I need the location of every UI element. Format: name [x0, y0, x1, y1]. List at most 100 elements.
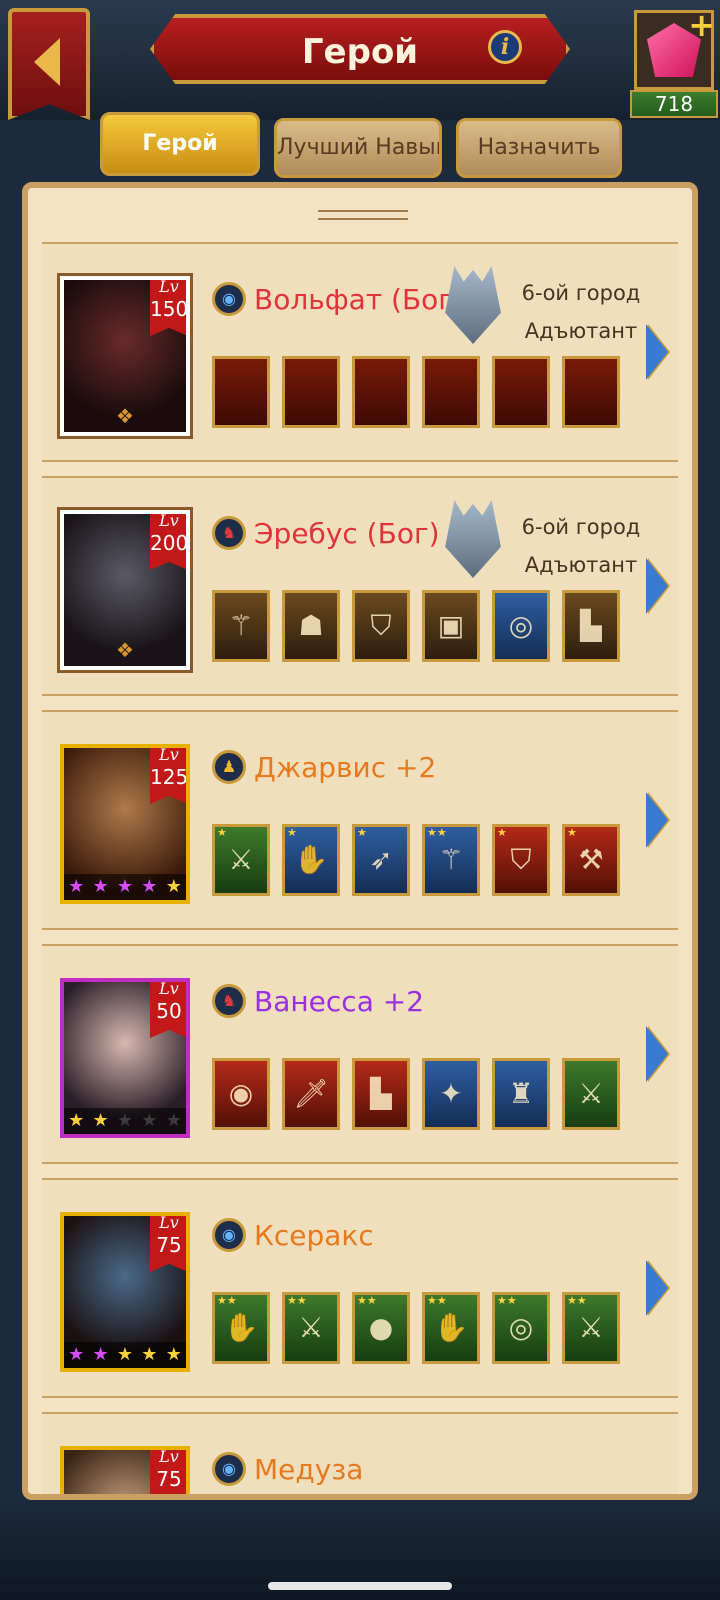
hero-portrait[interactable]: ❖ Lv 200 [57, 507, 193, 673]
equipment-slot-empty[interactable] [212, 356, 270, 428]
axe-equipment-icon[interactable]: ★ ⚒ [562, 824, 620, 896]
hero-portrait[interactable]: Lv 75 ★ ★ ★ ★ ★ [60, 1212, 190, 1372]
chest-armor-equipment-icon[interactable]: ★ ⛉ [492, 824, 550, 896]
star-icon: ★ [141, 1344, 158, 1365]
star-icon: ★ [92, 876, 109, 897]
hero-portrait[interactable]: ❖ Lv 150 [57, 273, 193, 439]
city-label: 6-ой город [521, 281, 641, 305]
hero-card[interactable]: Lv 75 ★ ★ ★ ★ ★ ◉ Ксеракс ★★ ✋ ★★ ⚔ ★★ ● ★★… [42, 1178, 678, 1398]
gauntlet-equipment-icon[interactable]: ★★ ✋ [422, 1292, 480, 1364]
gauntlet-equipment-icon[interactable]: ★★ ✋ [212, 1292, 270, 1364]
star-icon: ★ [165, 876, 182, 897]
amulet-equipment-icon[interactable]: ★★ ◎ [492, 1292, 550, 1364]
star-icon: ★ [141, 876, 158, 897]
tab-best-skill[interactable]: Лучший Навык [274, 118, 442, 178]
scepter-equipment-icon[interactable]: ★★ ⚚ [422, 824, 480, 896]
orb-equipment-icon[interactable]: ★★ ● [352, 1292, 410, 1364]
gem-shop-button[interactable]: + [634, 6, 715, 90]
bow-equipment-icon[interactable]: ★ ➶ [352, 824, 410, 896]
water-class-icon: ◉ [212, 1452, 246, 1486]
hero-card[interactable]: Lv 125 ★ ★ ★ ★ ★ ♟ Джарвис +2 ★ ⚔ ★ ✋ ★ ➶ ★… [42, 710, 678, 930]
armor-equipment-icon[interactable]: ⛉ [352, 590, 410, 662]
chevron-right-icon[interactable] [646, 792, 668, 848]
hero-card[interactable]: Lv 50 ★ ★ ★ ★ ★ ♞ Ванесса +2 ◉ 🗡 ▙ ✦ ♜ ⚔ [42, 944, 678, 1164]
hero-portrait[interactable]: Lv 50 ★ ★ ★ ★ ★ [60, 978, 190, 1138]
star-icon: ★ [92, 1344, 109, 1365]
equipment-slot-empty[interactable] [492, 356, 550, 428]
hero-name: Вольфат (Бог) [254, 283, 464, 316]
level-badge: Lv 50 [150, 982, 186, 1038]
horse-class-icon: ♞ [212, 516, 246, 550]
god-emblem-icon: ❖ [116, 404, 134, 428]
equipment-slot-empty[interactable] [282, 356, 340, 428]
equipment-row: ◉ 🗡 ▙ ✦ ♜ ⚔ [212, 1058, 632, 1132]
plus-icon: + [688, 6, 715, 44]
star-icon: ★ [68, 1344, 85, 1365]
assignment-info: 6-ой город Адъютант [516, 274, 646, 350]
hero-name: Ванесса +2 [254, 985, 425, 1018]
assignment-info: 6-ой город Адъютант [516, 508, 646, 584]
dagger-equipment-icon[interactable]: 🗡 [282, 1058, 340, 1130]
sword-equipment-icon[interactable]: ⚔ [562, 1058, 620, 1130]
home-indicator[interactable] [268, 1582, 452, 1590]
water-class-icon: ◉ [212, 1218, 246, 1252]
star-rating: ★ ★ ★ ★ ★ [64, 1342, 186, 1368]
star-icon: ★ [68, 876, 85, 897]
equipment-slot-empty[interactable] [352, 356, 410, 428]
god-emblem-icon: ❖ [116, 638, 134, 662]
tab-hero[interactable]: Герой [100, 112, 260, 176]
star-rating: ★ ★ ★ ★ ★ [64, 874, 186, 900]
chevron-right-icon[interactable] [646, 558, 668, 614]
horse-class-icon: ♞ [212, 984, 246, 1018]
castle-icon [445, 500, 501, 578]
chevron-right-icon[interactable] [646, 1026, 668, 1082]
helmet-equipment-icon[interactable]: ☗ [282, 590, 340, 662]
lantern-equipment-icon[interactable]: ♜ [492, 1058, 550, 1130]
level-badge: Lv 150 [150, 280, 186, 336]
archer-class-icon: ♟ [212, 750, 246, 784]
sword-equipment-icon[interactable]: ★★ ⚔ [562, 1292, 620, 1364]
role-label: Адъютант [524, 553, 638, 577]
hero-card[interactable]: ❖ Lv 200 ♞ Эребус (Бог) 6-ой город Адъют… [42, 476, 678, 696]
back-arrow-icon [34, 38, 60, 86]
hero-portrait[interactable]: Lv 125 ★ ★ ★ ★ ★ [60, 744, 190, 904]
city-label: 6-ой город [521, 515, 641, 539]
hero-name: Эребус (Бог) [254, 517, 440, 550]
tab-assign[interactable]: Назначить [456, 118, 622, 178]
star-icon: ★ [141, 1110, 158, 1131]
star-icon: ★ [92, 1110, 109, 1131]
staff-equipment-icon[interactable]: ⚚ [212, 590, 270, 662]
hero-card[interactable]: ❖ Lv 150 ◉ Вольфат (Бог) 6-ой город Адъю… [42, 242, 678, 462]
equipment-slot-empty[interactable] [562, 356, 620, 428]
hero-portrait[interactable]: Lv 75 [60, 1446, 190, 1494]
sword-equipment-icon[interactable]: ★★ ⚔ [282, 1292, 340, 1364]
star-icon: ★ [165, 1344, 182, 1365]
hero-card[interactable]: Lv 75 ◉ Медуза [42, 1412, 678, 1494]
chevron-right-icon[interactable] [646, 324, 668, 380]
ring-equipment-icon[interactable]: ◎ [492, 590, 550, 662]
gauntlet-equipment-icon[interactable]: ★ ✋ [282, 824, 340, 896]
role-label: Адъютант [524, 319, 638, 343]
info-icon[interactable]: i [488, 30, 522, 64]
ornament-divider [318, 210, 408, 220]
hero-list-panel[interactable]: ❖ Lv 150 ◉ Вольфат (Бог) 6-ой город Адъю… [22, 182, 698, 1500]
hero-name: Джарвис +2 [254, 751, 437, 784]
boots-equipment-icon[interactable]: ▙ [562, 590, 620, 662]
level-badge: Lv 125 [150, 748, 186, 804]
level-badge: Lv 75 [150, 1450, 186, 1494]
boots-equipment-icon[interactable]: ▙ [352, 1058, 410, 1130]
star-icon: ★ [68, 1110, 85, 1131]
back-button[interactable] [8, 8, 90, 120]
star-icon: ★ [116, 1344, 134, 1365]
star-icon: ★ [116, 1110, 134, 1131]
gem-count: 718 [630, 90, 718, 118]
necklace-equipment-icon[interactable]: ◉ [212, 1058, 270, 1130]
star-icon: ★ [165, 1110, 182, 1131]
equipment-slot-empty[interactable] [422, 356, 480, 428]
emblem-equipment-icon[interactable]: ✦ [422, 1058, 480, 1130]
bracer-equipment-icon[interactable]: ▣ [422, 590, 480, 662]
castle-icon [445, 266, 501, 344]
chevron-right-icon[interactable] [646, 1260, 668, 1316]
star-rating: ★ ★ ★ ★ ★ [64, 1108, 186, 1134]
sword-equipment-icon[interactable]: ★ ⚔ [212, 824, 270, 896]
